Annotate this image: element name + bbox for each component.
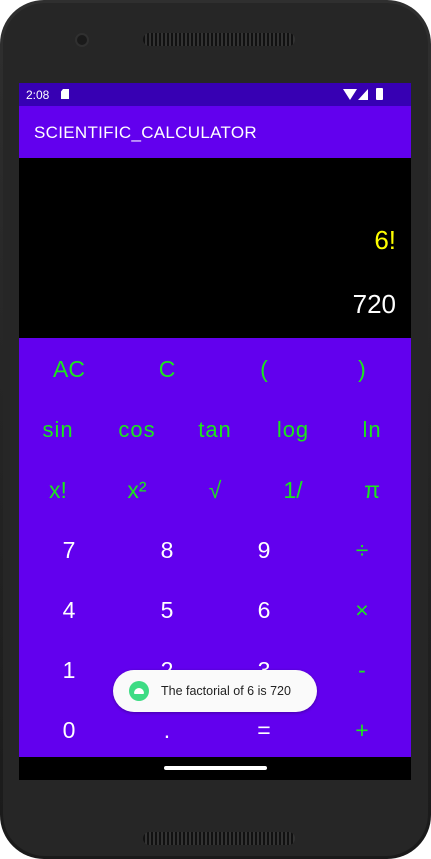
sqrt-button[interactable]: √: [176, 464, 254, 516]
add-button[interactable]: +: [323, 704, 401, 756]
factorial-button[interactable]: x!: [19, 464, 97, 516]
multiply-button[interactable]: ×: [323, 584, 401, 636]
clear-button[interactable]: C: [128, 343, 206, 395]
front-camera: [77, 35, 87, 45]
status-bar: 2:08: [19, 83, 411, 106]
battery-icon: [376, 88, 383, 100]
divide-button[interactable]: ÷: [323, 524, 401, 576]
result-text: 720: [352, 289, 396, 319]
bottom-speaker: [143, 832, 295, 845]
app-title: SCIENTIFIC_CALCULATOR: [34, 123, 257, 142]
ln-button[interactable]: ln: [333, 404, 411, 456]
subtract-button[interactable]: -: [323, 644, 401, 696]
cos-button[interactable]: cos: [98, 404, 176, 456]
close-paren-button[interactable]: ): [323, 343, 401, 395]
status-time: 2:08: [26, 88, 50, 102]
signal-icon: [358, 89, 368, 100]
all-clear-button[interactable]: AC: [30, 343, 108, 395]
digit-5-button[interactable]: 5: [128, 584, 206, 636]
home-gesture-handle[interactable]: [164, 766, 267, 770]
earpiece-speaker: [143, 33, 295, 46]
sin-button[interactable]: sin: [19, 404, 97, 456]
device-screen: 2:08 SCIENTIFIC_CALCULATOR 6! 720 AC C (…: [19, 83, 411, 780]
digit-8-button[interactable]: 8: [128, 524, 206, 576]
toast-message: The factorial of 6 is 720: [113, 670, 317, 712]
square-button[interactable]: x²: [98, 464, 176, 516]
digit-4-button[interactable]: 4: [30, 584, 108, 636]
pi-button[interactable]: π: [333, 464, 411, 516]
log-button[interactable]: log: [254, 404, 332, 456]
reciprocal-button[interactable]: 1/: [254, 464, 332, 516]
toast-text: The factorial of 6 is 720: [161, 684, 291, 698]
app-bar: SCIENTIFIC_CALCULATOR: [19, 106, 411, 158]
digit-9-button[interactable]: 9: [225, 524, 303, 576]
digit-1-button[interactable]: 1: [30, 644, 108, 696]
tan-button[interactable]: tan: [176, 404, 254, 456]
expression-text: 6!: [374, 225, 396, 255]
digit-0-button[interactable]: 0: [30, 704, 108, 756]
android-icon: [129, 681, 149, 701]
digit-6-button[interactable]: 6: [225, 584, 303, 636]
wifi-icon: [343, 89, 357, 100]
navigation-bar: [19, 757, 411, 780]
digit-7-button[interactable]: 7: [30, 524, 108, 576]
open-paren-button[interactable]: (: [225, 343, 303, 395]
sd-card-icon: [61, 89, 69, 99]
calculator-display: 6! 720: [19, 158, 411, 338]
